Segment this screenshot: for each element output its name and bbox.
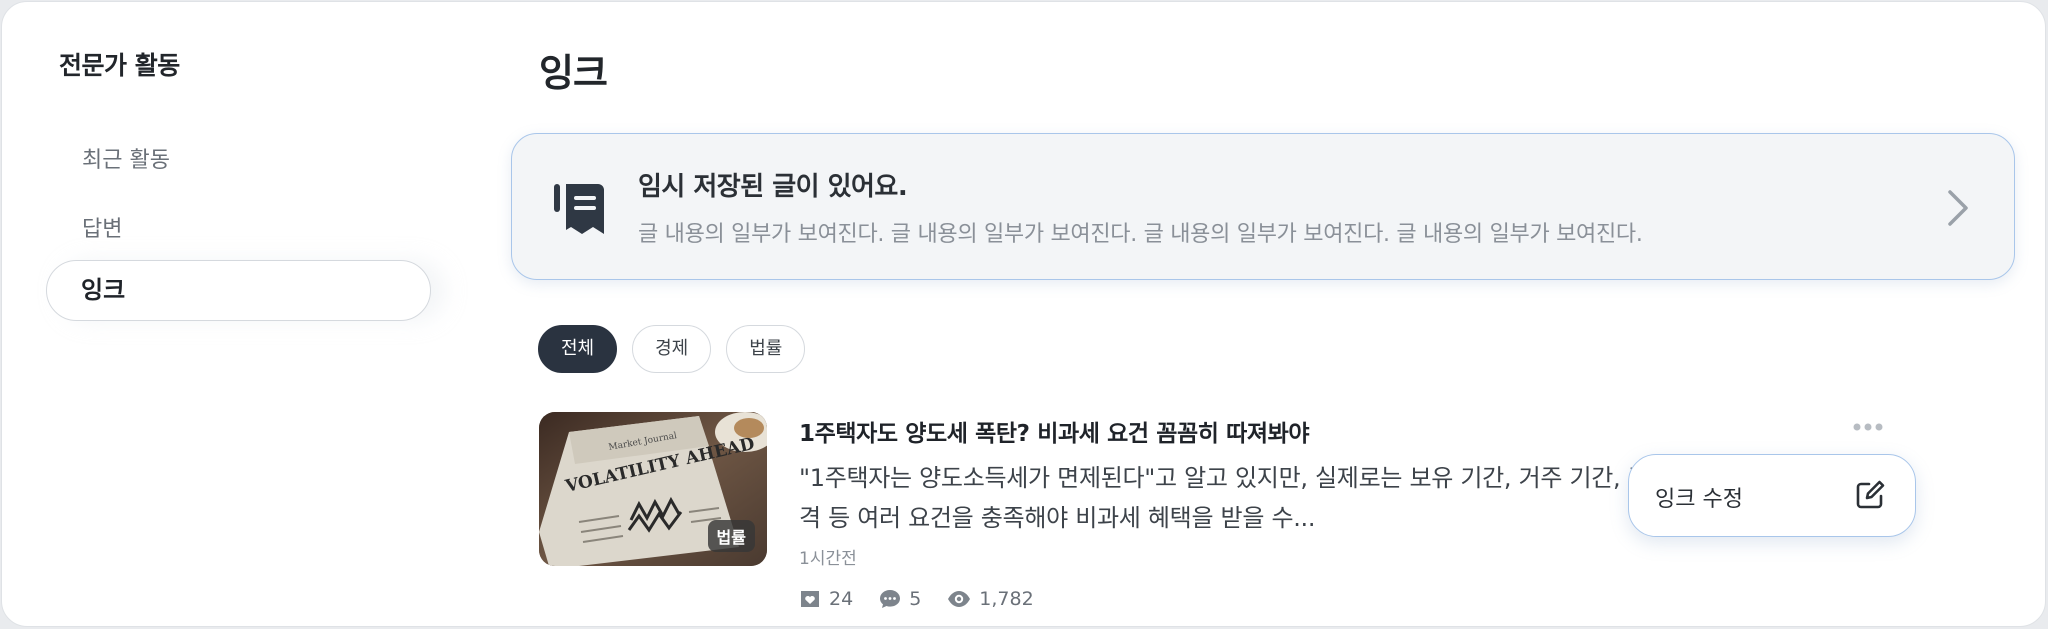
page-title: 잉크 (539, 51, 608, 95)
draft-banner[interactable]: 임시 저장된 글이 있어요. 글 내용의 일부가 보여진다. 글 내용의 일부가… (511, 133, 2015, 280)
draft-document-icon (554, 184, 604, 234)
sidebar-item-ink[interactable]: 잉크 (46, 260, 431, 321)
app-frame: 전문가 활동 최근 활동 답변 잉크 잉크 임시 저장된 글이 있어요. 글 내… (1, 1, 2046, 627)
filter-chip-all[interactable]: 전체 (538, 325, 618, 373)
category-badge: 법률 (707, 520, 755, 552)
eye-icon (948, 591, 971, 607)
more-options-icon[interactable] (1852, 419, 1884, 435)
post-thumbnail[interactable]: Market Journal VOLATILITY AHEAD 법률 (539, 412, 767, 566)
post-context-menu: 잉크 수정 (1628, 454, 1916, 537)
views-stat: 1,782 (947, 588, 1034, 610)
like-icon (801, 591, 819, 607)
sidebar: 전문가 활동 최근 활동 답변 잉크 (2, 2, 482, 626)
sidebar-item-recent-activity[interactable]: 최근 활동 (82, 142, 170, 174)
post-excerpt: "1주택자는 양도소득세가 면제된다"고 알고 있지만, 실제로는 보유 기간,… (799, 464, 1701, 532)
filter-chip-economy[interactable]: 경제 (632, 325, 712, 373)
draft-title: 임시 저장된 글이 있어요. (638, 172, 908, 202)
draft-description: 글 내용의 일부가 보여진다. 글 내용의 일부가 보여진다. 글 내용의 일부… (638, 222, 1643, 247)
edit-icon[interactable] (1855, 480, 1885, 510)
sidebar-item-answers[interactable]: 답변 (82, 211, 122, 243)
chevron-right-icon[interactable] (1946, 189, 1970, 227)
comments-stat: 5 (879, 588, 921, 610)
edit-ink-menu-item[interactable]: 잉크 수정 (1655, 481, 1743, 513)
comment-icon (880, 590, 901, 608)
sidebar-title: 전문가 활동 (59, 51, 180, 80)
views-count: 1,782 (979, 588, 1034, 610)
filter-chips: 전체 경제 법률 (538, 325, 806, 373)
post-timestamp: 1시간전 (799, 549, 857, 569)
likes-stat: 24 (799, 588, 853, 610)
post-title[interactable]: 1주택자도 양도세 폭탄? 비과세 요건 꼼꼼히 따져봐야 (799, 414, 1310, 448)
post-stats: 24 5 1,782 (799, 588, 1034, 610)
filter-chip-law[interactable]: 법률 (726, 325, 806, 373)
comments-count: 5 (909, 588, 922, 610)
likes-count: 24 (829, 588, 854, 610)
